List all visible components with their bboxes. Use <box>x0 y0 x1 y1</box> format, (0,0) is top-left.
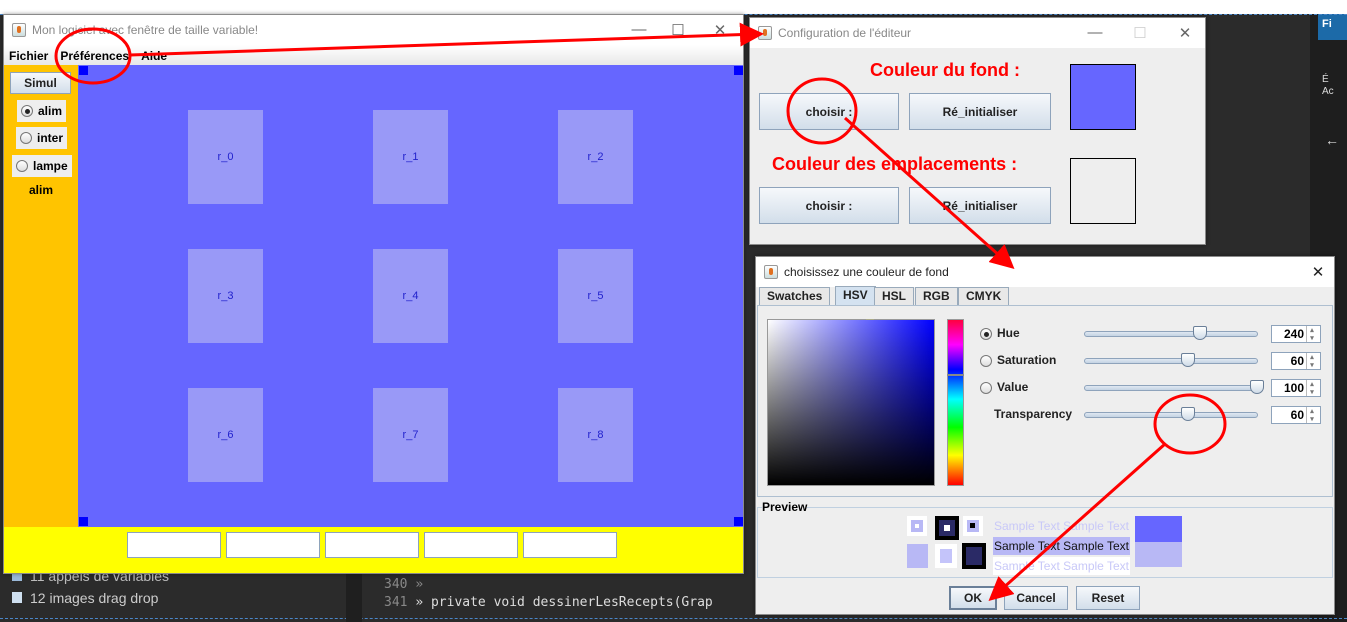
annotation-arrow <box>129 22 764 57</box>
annotation-overlay <box>54 22 1227 601</box>
annotation-circle <box>54 27 132 85</box>
annotation-arrow <box>988 442 1166 601</box>
annotation-circle <box>1153 393 1227 455</box>
annotation-circle <box>786 77 858 145</box>
annotation-arrow <box>844 116 1015 269</box>
